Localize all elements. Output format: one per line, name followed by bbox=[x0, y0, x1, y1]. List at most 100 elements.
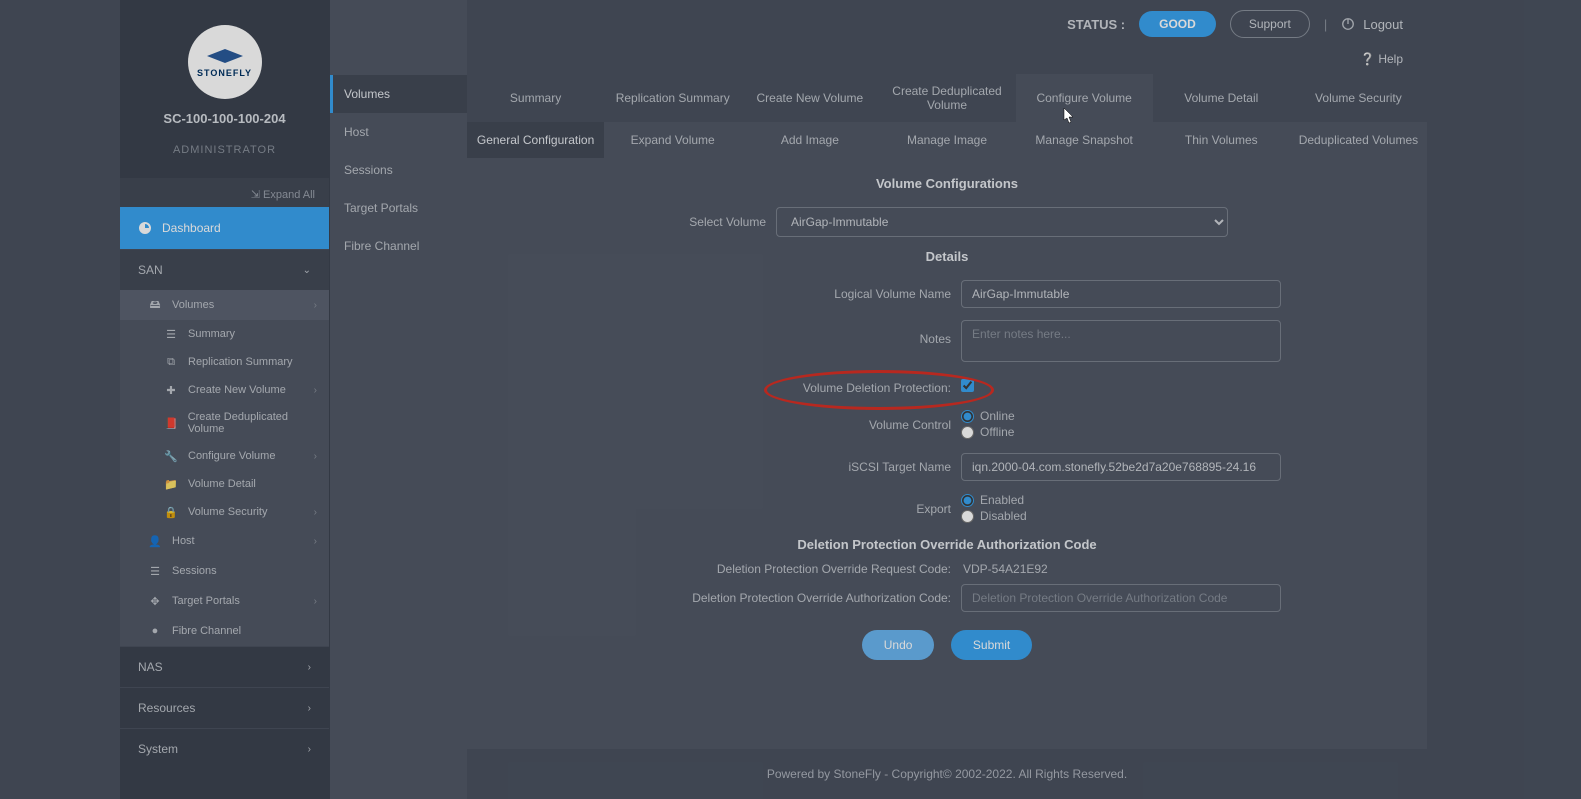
tabs-row: Summary Replication Summary Create New V… bbox=[467, 74, 1427, 122]
tab-create-dedup-volume[interactable]: Create Deduplicated Volume bbox=[878, 74, 1015, 122]
subtab-expand-volume[interactable]: Expand Volume bbox=[604, 122, 741, 158]
help-link[interactable]: ❔ Help bbox=[467, 48, 1427, 74]
folder-icon: 📁 bbox=[164, 477, 178, 491]
undo-button[interactable]: Undo bbox=[862, 630, 935, 660]
sidebar-item-label: Volume Detail bbox=[188, 478, 256, 490]
footer-text: Powered by StoneFly - Copyright© 2002-20… bbox=[467, 749, 1427, 799]
secnav-fibre-channel[interactable]: Fibre Channel bbox=[330, 227, 467, 265]
tab-replication-summary[interactable]: Replication Summary bbox=[604, 74, 741, 122]
user-icon: 👤 bbox=[148, 534, 162, 548]
secnav-target-portals[interactable]: Target Portals bbox=[330, 189, 467, 227]
lock-icon: 🔒 bbox=[164, 505, 178, 519]
caret-right-icon: › bbox=[308, 744, 311, 755]
logical-name-input[interactable] bbox=[961, 280, 1281, 308]
radio-online[interactable]: Online bbox=[961, 409, 1403, 423]
iscsi-input[interactable] bbox=[961, 453, 1281, 481]
logout-label: Logout bbox=[1363, 17, 1403, 32]
secnav-volumes[interactable]: Volumes bbox=[330, 75, 467, 113]
move-icon: ✥ bbox=[148, 594, 162, 608]
deletion-protection-label: Volume Deletion Protection: bbox=[491, 381, 951, 395]
logical-name-label: Logical Volume Name bbox=[491, 287, 951, 301]
power-icon bbox=[1341, 17, 1355, 31]
radio-disabled[interactable]: Disabled bbox=[961, 509, 1403, 523]
subtab-thin-volumes[interactable]: Thin Volumes bbox=[1153, 122, 1290, 158]
deletion-protection-checkbox[interactable] bbox=[961, 379, 974, 392]
role-label: ADMINISTRATOR bbox=[120, 144, 329, 168]
subtab-general-configuration[interactable]: General Configuration bbox=[467, 122, 604, 158]
list-icon: ☰ bbox=[148, 564, 162, 578]
nav-san-label: SAN bbox=[138, 263, 163, 277]
sidebar-item-create-dedup-volume[interactable]: 📕 Create Deduplicated Volume bbox=[120, 404, 329, 442]
radio-disabled-label: Disabled bbox=[980, 509, 1027, 523]
copy-icon: ⧉ bbox=[164, 355, 178, 369]
subtabs-row: General Configuration Expand Volume Add … bbox=[467, 122, 1427, 158]
select-volume-label: Select Volume bbox=[491, 215, 766, 229]
sidebar-item-label: Configure Volume bbox=[188, 450, 275, 462]
sidebar-item-configure-volume[interactable]: 🔧 Configure Volume › bbox=[120, 442, 329, 470]
sidebar-item-volumes[interactable]: 🖴 Volumes › bbox=[120, 290, 329, 320]
sidebar-item-label: Create Deduplicated Volume bbox=[188, 411, 313, 435]
sidebar-item-volume-security[interactable]: 🔒 Volume Security › bbox=[120, 498, 329, 526]
export-label: Export bbox=[491, 502, 951, 516]
subtab-deduplicated-volumes[interactable]: Deduplicated Volumes bbox=[1290, 122, 1427, 158]
brand-logo: STONEFLY bbox=[188, 25, 262, 99]
iscsi-label: iSCSI Target Name bbox=[491, 460, 951, 474]
sidebar-item-label: Sessions bbox=[172, 565, 217, 577]
sidebar-item-volume-detail[interactable]: 📁 Volume Detail bbox=[120, 470, 329, 498]
secnav-sessions[interactable]: Sessions bbox=[330, 151, 467, 189]
submit-button[interactable]: Submit bbox=[951, 630, 1032, 660]
sidebar-item-label: Create New Volume bbox=[188, 384, 286, 396]
radio-enabled-label: Enabled bbox=[980, 493, 1024, 507]
section-title-details: Details bbox=[491, 249, 1403, 264]
sidebar-item-replication-summary[interactable]: ⧉ Replication Summary bbox=[120, 348, 329, 376]
caret-right-icon: › bbox=[308, 703, 311, 714]
nav-system[interactable]: System › bbox=[120, 728, 329, 769]
help-icon: ❔ bbox=[1360, 52, 1375, 66]
subtab-add-image[interactable]: Add Image bbox=[741, 122, 878, 158]
auth-code-input[interactable] bbox=[961, 584, 1281, 612]
tab-volume-detail[interactable]: Volume Detail bbox=[1153, 74, 1290, 122]
subtab-manage-image[interactable]: Manage Image bbox=[878, 122, 1015, 158]
subtab-manage-snapshot[interactable]: Manage Snapshot bbox=[1016, 122, 1153, 158]
status-badge: GOOD bbox=[1139, 11, 1216, 37]
caret-right-icon: › bbox=[314, 300, 317, 311]
secnav-host[interactable]: Host bbox=[330, 113, 467, 151]
plus-icon: ✚ bbox=[164, 383, 178, 397]
system-name: SC-100-100-100-204 bbox=[120, 111, 329, 126]
caret-right-icon: › bbox=[314, 507, 317, 518]
topbar: STATUS : GOOD Support | Logout bbox=[467, 0, 1427, 48]
nav-nas[interactable]: NAS › bbox=[120, 646, 329, 687]
radio-online-label: Online bbox=[980, 409, 1015, 423]
nav-dashboard[interactable]: Dashboard bbox=[120, 207, 329, 249]
nav-san[interactable]: SAN ⌄ bbox=[120, 249, 329, 290]
circle-icon: ● bbox=[148, 624, 162, 638]
sidebar-item-create-new-volume[interactable]: ✚ Create New Volume › bbox=[120, 376, 329, 404]
radio-offline-label: Offline bbox=[980, 425, 1014, 439]
logout-link[interactable]: Logout bbox=[1341, 17, 1403, 32]
notes-textarea[interactable] bbox=[961, 320, 1281, 362]
radio-enabled[interactable]: Enabled bbox=[961, 493, 1403, 507]
help-label: Help bbox=[1378, 52, 1403, 66]
sidebar-item-target-portals[interactable]: ✥ Target Portals › bbox=[120, 586, 329, 616]
divider: | bbox=[1324, 17, 1327, 32]
nav-system-label: System bbox=[138, 742, 178, 756]
sidebar-item-sessions[interactable]: ☰ Sessions bbox=[120, 556, 329, 586]
tab-create-new-volume[interactable]: Create New Volume bbox=[741, 74, 878, 122]
sidebar-item-host[interactable]: 👤 Host › bbox=[120, 526, 329, 556]
sidebar-item-summary[interactable]: ☰ Summary bbox=[120, 320, 329, 348]
select-volume-dropdown[interactable]: AirGap-Immutable bbox=[776, 207, 1228, 237]
support-button[interactable]: Support bbox=[1230, 10, 1310, 38]
caret-down-icon: ⌄ bbox=[303, 265, 311, 276]
nav-dashboard-label: Dashboard bbox=[162, 221, 221, 235]
radio-offline[interactable]: Offline bbox=[961, 425, 1403, 439]
tab-configure-volume[interactable]: Configure Volume bbox=[1016, 74, 1153, 122]
nav-resources[interactable]: Resources › bbox=[120, 687, 329, 728]
sidebar-item-fibre-channel[interactable]: ● Fibre Channel bbox=[120, 616, 329, 646]
tab-volume-security[interactable]: Volume Security bbox=[1290, 74, 1427, 122]
sidebar-item-label: Summary bbox=[188, 328, 235, 340]
disk-icon: 🖴 bbox=[148, 298, 162, 312]
sidebar-item-label: Replication Summary bbox=[188, 356, 293, 368]
sidebar-item-label: Target Portals bbox=[172, 595, 240, 607]
tab-summary[interactable]: Summary bbox=[467, 74, 604, 122]
expand-all-link[interactable]: ⇲ Expand All bbox=[120, 178, 329, 207]
